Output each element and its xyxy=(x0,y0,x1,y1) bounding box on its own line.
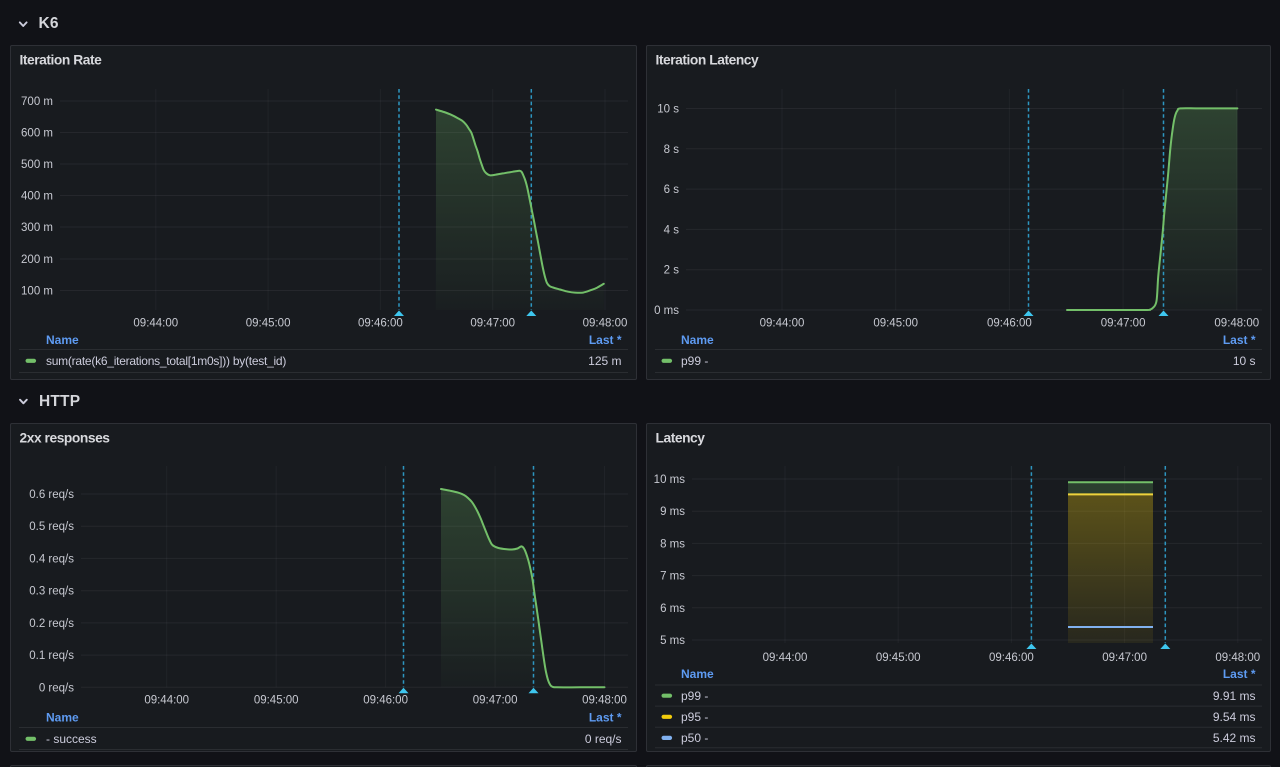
svg-text:6 s: 6 s xyxy=(664,184,680,196)
svg-text:0.3 req/s: 0.3 req/s xyxy=(29,586,74,598)
svg-text:- success: - success xyxy=(46,732,97,746)
svg-text:09:48:00: 09:48:00 xyxy=(1215,652,1260,664)
svg-text:09:46:00: 09:46:00 xyxy=(989,652,1034,664)
svg-text:4 s: 4 s xyxy=(664,224,680,236)
svg-text:09:44:00: 09:44:00 xyxy=(133,318,178,330)
svg-text:0 ms: 0 ms xyxy=(654,305,679,317)
svg-text:0.5 req/s: 0.5 req/s xyxy=(29,521,74,533)
svg-text:10 s: 10 s xyxy=(1233,354,1256,368)
svg-text:300 m: 300 m xyxy=(21,222,53,234)
svg-text:09:45:00: 09:45:00 xyxy=(254,695,299,707)
svg-text:09:44:00: 09:44:00 xyxy=(144,695,189,707)
svg-text:200 m: 200 m xyxy=(21,254,53,266)
svg-text:09:46:00: 09:46:00 xyxy=(363,695,408,707)
svg-text:sum(rate(k6_iterations_total[1: sum(rate(k6_iterations_total[1m0s])) by(… xyxy=(46,354,286,368)
svg-text:9.91 ms: 9.91 ms xyxy=(1213,689,1256,703)
svg-text:Last *: Last * xyxy=(1223,667,1256,681)
svg-text:09:47:00: 09:47:00 xyxy=(473,695,518,707)
svg-text:09:47:00: 09:47:00 xyxy=(1102,652,1147,664)
svg-text:09:44:00: 09:44:00 xyxy=(763,652,808,664)
svg-text:09:47:00: 09:47:00 xyxy=(470,318,515,330)
svg-text:10 s: 10 s xyxy=(657,104,679,116)
svg-text:10 ms: 10 ms xyxy=(654,474,686,486)
svg-text:8 s: 8 s xyxy=(664,144,680,156)
svg-text:09:48:00: 09:48:00 xyxy=(582,695,627,707)
svg-text:09:46:00: 09:46:00 xyxy=(358,318,403,330)
svg-text:9 ms: 9 ms xyxy=(660,506,685,518)
svg-text:p99 -: p99 - xyxy=(681,689,708,703)
svg-text:0.6 req/s: 0.6 req/s xyxy=(29,489,74,501)
svg-text:09:48:00: 09:48:00 xyxy=(1214,318,1259,330)
svg-text:09:44:00: 09:44:00 xyxy=(760,318,805,330)
svg-text:Name: Name xyxy=(681,667,714,681)
svg-text:6 ms: 6 ms xyxy=(660,603,685,615)
svg-text:09:48:00: 09:48:00 xyxy=(583,318,628,330)
svg-text:p95 -: p95 - xyxy=(681,710,708,724)
svg-text:09:45:00: 09:45:00 xyxy=(876,652,921,664)
svg-text:100 m: 100 m xyxy=(21,286,53,298)
svg-text:Name: Name xyxy=(681,333,714,347)
svg-text:8 ms: 8 ms xyxy=(660,538,685,550)
svg-text:p99 -: p99 - xyxy=(681,354,708,368)
svg-text:600 m: 600 m xyxy=(21,128,53,140)
svg-text:0 req/s: 0 req/s xyxy=(39,682,74,694)
svg-text:p50 -: p50 - xyxy=(681,731,708,745)
svg-text:Last *: Last * xyxy=(1223,333,1256,347)
svg-text:0.4 req/s: 0.4 req/s xyxy=(29,553,74,565)
svg-text:500 m: 500 m xyxy=(21,159,53,171)
svg-text:400 m: 400 m xyxy=(21,191,53,203)
svg-text:09:46:00: 09:46:00 xyxy=(987,318,1032,330)
svg-text:Last *: Last * xyxy=(589,333,622,347)
svg-text:Name: Name xyxy=(46,333,79,347)
svg-text:09:45:00: 09:45:00 xyxy=(873,318,918,330)
svg-text:Name: Name xyxy=(46,711,79,725)
svg-text:5 ms: 5 ms xyxy=(660,635,685,647)
svg-text:0.2 req/s: 0.2 req/s xyxy=(29,618,74,630)
svg-text:5.42 ms: 5.42 ms xyxy=(1213,731,1256,745)
svg-text:Last *: Last * xyxy=(589,711,622,725)
svg-text:2 s: 2 s xyxy=(664,265,680,277)
svg-text:0.1 req/s: 0.1 req/s xyxy=(29,650,74,662)
svg-text:0 req/s: 0 req/s xyxy=(585,732,622,746)
svg-text:09:45:00: 09:45:00 xyxy=(246,318,291,330)
svg-text:125 m: 125 m xyxy=(588,354,621,368)
svg-text:9.54 ms: 9.54 ms xyxy=(1213,710,1256,724)
svg-text:7 ms: 7 ms xyxy=(660,571,685,583)
svg-text:700 m: 700 m xyxy=(21,96,53,108)
svg-text:09:47:00: 09:47:00 xyxy=(1101,318,1146,330)
